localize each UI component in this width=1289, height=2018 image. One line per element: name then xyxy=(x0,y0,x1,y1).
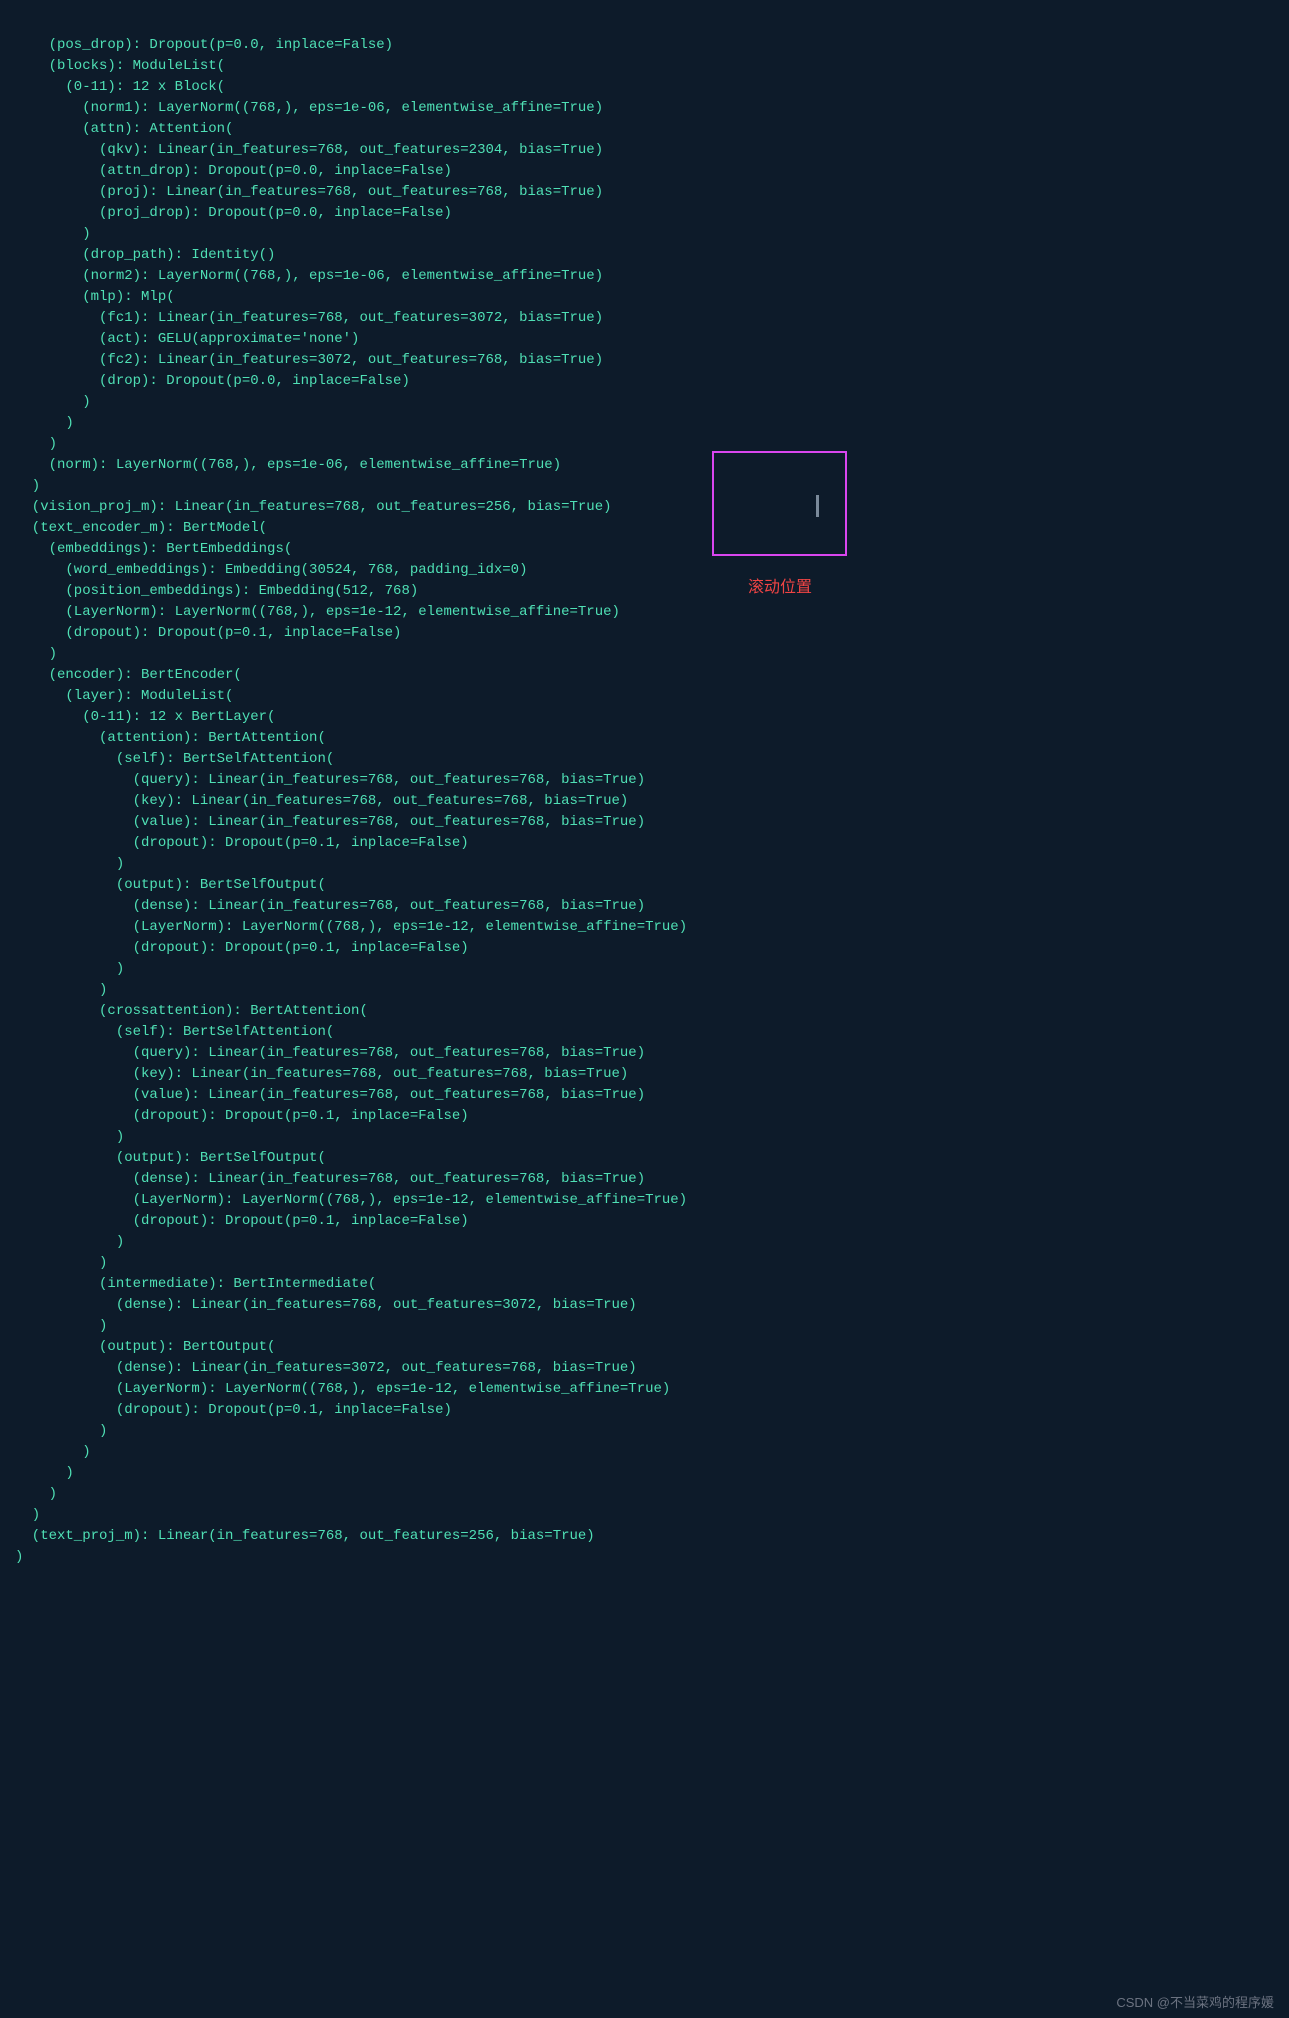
scrollbar-thumb-icon xyxy=(816,495,819,517)
model-output-text: (pos_drop): Dropout(p=0.0, inplace=False… xyxy=(15,35,695,1568)
highlight-scroll-region xyxy=(712,451,847,556)
scroll-position-label: 滚动位置 xyxy=(748,576,812,600)
code-viewer[interactable]: (pos_drop): Dropout(p=0.0, inplace=False… xyxy=(15,35,695,1568)
csdn-watermark: CSDN @不当菜鸡的程序媛 xyxy=(1116,1993,1274,2013)
